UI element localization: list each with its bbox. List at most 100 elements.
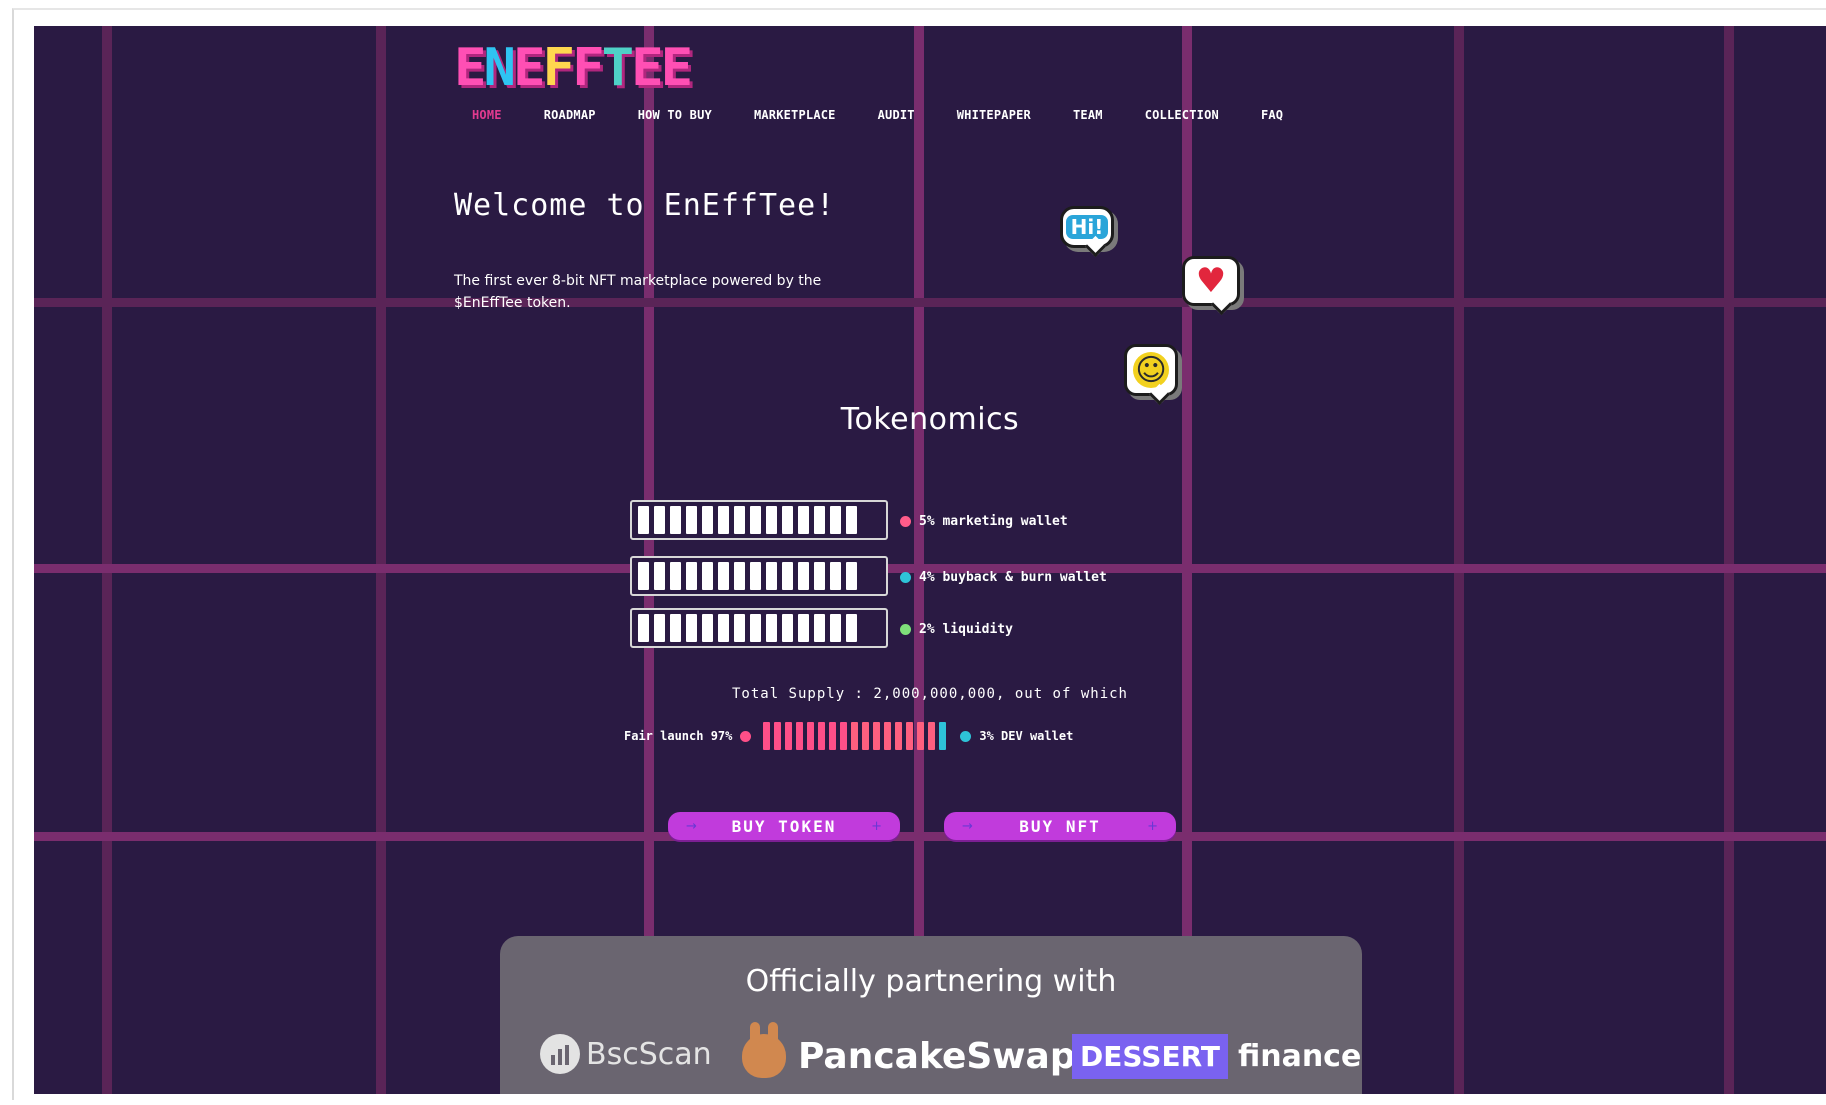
grid-line <box>376 26 386 1094</box>
arrow-right-icon: → <box>686 818 697 834</box>
buy-nft-button[interactable]: → BUY NFT + <box>944 812 1176 840</box>
bar-segment <box>686 562 697 590</box>
tokenomics-legend: 5% marketing wallet <box>900 514 1068 529</box>
launch-segment <box>807 722 815 750</box>
tokenomics-legend: 2% liquidity <box>900 622 1013 637</box>
bar-segment <box>654 562 665 590</box>
launch-segment <box>895 722 903 750</box>
logo-letter: F <box>542 37 575 98</box>
grid-line <box>34 832 1826 841</box>
legend-dot <box>900 572 911 583</box>
total-supply-text: Total Supply : 2,000,000,000, out of whi… <box>731 686 1128 702</box>
bar-segment <box>814 614 825 642</box>
bar-segment <box>798 614 809 642</box>
pancake-bunny-icon <box>742 1022 786 1078</box>
bscscan-text: BscScan <box>586 1036 712 1072</box>
tokenomics-heading: Tokenomics <box>840 402 1020 437</box>
hi-bubble-text: Hi! <box>1065 215 1109 239</box>
grid-line <box>34 298 1826 307</box>
launch-segment <box>818 722 826 750</box>
launch-segment <box>829 722 837 750</box>
bar-segment <box>830 614 841 642</box>
launch-segment <box>939 722 947 750</box>
main-nav: HOME ROADMAP HOW TO BUY MARKETPLACE AUDIT WHI… <box>472 108 1325 122</box>
bar-segment <box>814 562 825 590</box>
legend-label: 5% marketing wallet <box>919 514 1068 529</box>
nav-item-marketplace[interactable]: MARKETPLACE <box>754 108 836 122</box>
bar-segment <box>638 562 649 590</box>
bar-segment <box>654 614 665 642</box>
launch-segment <box>917 722 925 750</box>
bar-segment <box>670 506 681 534</box>
plus-icon: + <box>871 818 882 834</box>
buy-nft-label: BUY NFT <box>1019 816 1101 836</box>
pancakeswap-logo[interactable]: PancakeSwap <box>742 1022 1076 1078</box>
bar-segment <box>782 506 793 534</box>
bar-segment <box>830 562 841 590</box>
smiley-icon: ☺ <box>1133 352 1169 388</box>
tokenomics-legend: 4% buyback & burn wallet <box>900 570 1107 585</box>
heart-icon: ♥ <box>1195 261 1227 301</box>
bar-segment <box>702 562 713 590</box>
launch-segment <box>851 722 859 750</box>
nav-item-whitepaper[interactable]: WHITEPAPER <box>957 108 1031 122</box>
fair-launch-label: Fair launch 97% <box>624 729 733 743</box>
dev-wallet-dot <box>960 730 972 742</box>
dessert-text: DESSERT <box>1072 1034 1228 1079</box>
tokenomics-bar <box>630 556 888 596</box>
logo-letter: F <box>572 37 604 98</box>
bscscan-logo[interactable]: BscScan <box>540 1034 712 1074</box>
launch-segment <box>796 722 804 750</box>
launch-segment <box>774 722 782 750</box>
bar-segment <box>734 614 745 642</box>
nav-item-faq[interactable]: FAQ <box>1261 108 1283 122</box>
bar-segment <box>702 506 713 534</box>
dessert-finance-logo[interactable]: DESSERT finance <box>1072 1034 1361 1079</box>
welcome-title: Welcome to EnEffTee! <box>454 188 836 223</box>
bar-segment <box>654 506 665 534</box>
bar-segment <box>670 562 681 590</box>
launch-segment <box>862 722 870 750</box>
partners-panel: Officially partnering with BscScan Panca… <box>500 936 1362 1094</box>
logo-letter: E <box>660 37 693 98</box>
legend-dot <box>900 516 911 527</box>
grid-line <box>102 26 112 1094</box>
logo-letter: T <box>601 37 634 98</box>
launch-segment <box>785 722 793 750</box>
logo-letter: E <box>454 37 486 98</box>
bar-segment <box>718 562 729 590</box>
nav-item-team[interactable]: TEAM <box>1073 108 1103 122</box>
bar-segment <box>686 506 697 534</box>
logo-wordmark: ENEFFTEE <box>454 37 693 98</box>
nav-item-collection[interactable]: COLLECTION <box>1145 108 1219 122</box>
legend-dot <box>900 624 911 635</box>
bar-segment <box>766 562 777 590</box>
fair-launch-dot <box>740 730 752 742</box>
nav-item-home[interactable]: HOME <box>472 108 502 122</box>
logo-letter: N <box>483 37 516 98</box>
tokenomics-bar <box>630 500 888 540</box>
launch-segment <box>840 722 848 750</box>
launch-segment <box>884 722 892 750</box>
bar-segment <box>846 562 857 590</box>
launch-distribution: Fair launch 97% 3% DEV wallet <box>624 722 1081 750</box>
tokenomics-bar <box>630 608 888 648</box>
nav-item-roadmap[interactable]: ROADMAP <box>544 108 596 122</box>
finance-text: finance <box>1237 1039 1362 1074</box>
buy-token-button[interactable]: → BUY TOKEN + <box>668 812 900 840</box>
bscscan-icon <box>540 1034 580 1074</box>
bar-segment <box>846 614 857 642</box>
nav-item-audit[interactable]: AUDIT <box>878 108 915 122</box>
dev-wallet-label: 3% DEV wallet <box>979 729 1074 743</box>
nav-item-how-to-buy[interactable]: HOW TO BUY <box>638 108 712 122</box>
bar-segment <box>766 506 777 534</box>
bar-segment <box>766 614 777 642</box>
page-background: ENEFFTEE HOME ROADMAP HOW TO BUY MARKETPLAC… <box>34 26 1826 1094</box>
grid-line <box>1454 26 1464 1094</box>
bar-segment <box>782 614 793 642</box>
launch-segment <box>873 722 881 750</box>
grid-line <box>914 26 924 1094</box>
bar-segment <box>638 614 649 642</box>
bar-segment <box>734 562 745 590</box>
bar-segment <box>702 614 713 642</box>
